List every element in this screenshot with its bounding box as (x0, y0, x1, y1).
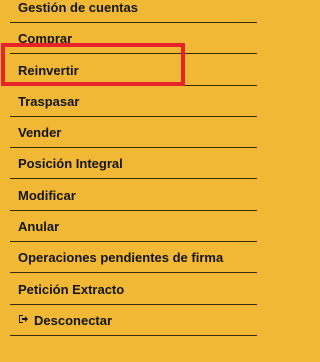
menu-item-label: Operaciones pendientes de firma (18, 249, 224, 265)
menu-item-peticion-extracto[interactable]: Petición Extracto (10, 274, 257, 305)
menu-item-modificar[interactable]: Modificar (10, 180, 257, 211)
menu-item-label: Traspasar (18, 93, 80, 109)
menu-item-operaciones-pendientes-de-firma[interactable]: Operaciones pendientes de firma (10, 242, 257, 273)
menu-item-label: Gestión de cuentas (18, 0, 138, 15)
sign-out-icon (18, 314, 29, 327)
menu-item-label: Petición Extracto (18, 281, 125, 297)
menu-item-label: Anular (18, 218, 60, 234)
menu-item-label: Comprar (18, 30, 73, 46)
menu-item-posicion-integral[interactable]: Posición Integral (10, 148, 257, 179)
menu-item-label: Reinvertir (18, 62, 79, 78)
menu-item-reinvertir[interactable]: Reinvertir (10, 55, 257, 86)
menu-item-label: Posición Integral (18, 155, 123, 171)
menu-item-anular[interactable]: Anular (10, 211, 257, 242)
menu-item-label: Modificar (18, 187, 76, 203)
sign-out-icon-svg (19, 314, 28, 323)
menu-item-comprar[interactable]: Comprar (10, 23, 257, 54)
menu-item-traspasar[interactable]: Traspasar (10, 86, 257, 117)
menu-item-gestion-de-cuentas[interactable]: Gestión de cuentas (10, 0, 257, 23)
menu-item-vender[interactable]: Vender (10, 117, 257, 148)
side-menu: Gestión de cuentas Comprar Reinvertir Tr… (0, 0, 260, 362)
menu-item-label: Desconectar (34, 312, 113, 328)
menu-item-label: Vender (18, 124, 62, 140)
menu-item-desconectar[interactable]: Desconectar (10, 305, 257, 336)
